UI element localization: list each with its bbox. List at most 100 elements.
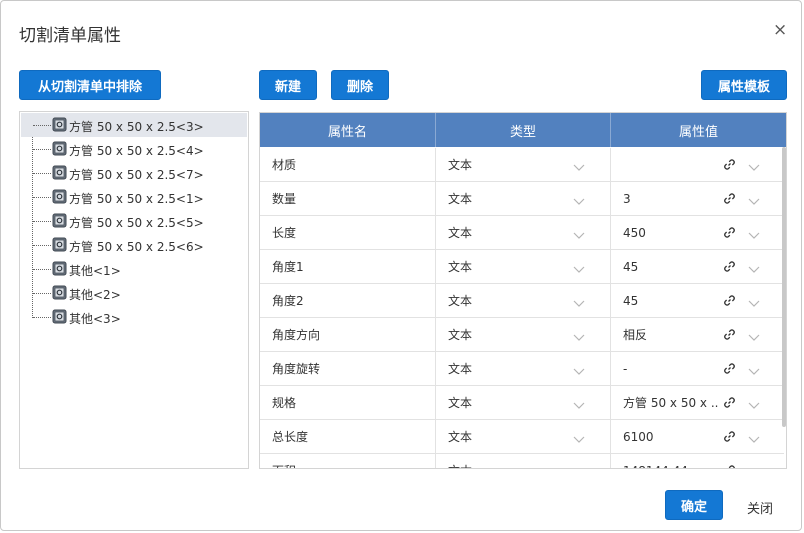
link-icon[interactable]	[723, 362, 736, 375]
tree-item-label: 其他<2>	[69, 288, 121, 302]
chevron-down-icon[interactable]	[748, 263, 760, 273]
chevron-down-icon[interactable]	[573, 365, 585, 375]
tree-item[interactable]: 其他<3>	[21, 305, 247, 329]
part-icon	[52, 117, 67, 132]
link-icon[interactable]	[723, 294, 736, 307]
tree-item-label: 方管 50 x 50 x 2.5<5>	[69, 216, 204, 230]
grid-row[interactable]: 规格 文本 方管 50 x 50 x ...	[260, 386, 784, 420]
property-type-cell[interactable]: 文本	[436, 216, 611, 249]
close-icon[interactable]: ×	[773, 22, 787, 39]
property-value-cell[interactable]: 3	[611, 182, 784, 215]
exclude-from-cut-list-button[interactable]: 从切割清单中排除	[19, 70, 161, 100]
property-type-cell[interactable]: 文本	[436, 318, 611, 351]
property-value-cell[interactable]	[611, 148, 784, 181]
tree-item[interactable]: 方管 50 x 50 x 2.5<3>	[21, 113, 247, 137]
part-icon	[52, 189, 67, 204]
chevron-down-icon[interactable]	[573, 297, 585, 307]
grid-row[interactable]: 长度 文本 450	[260, 216, 784, 250]
link-icon[interactable]	[723, 464, 736, 468]
property-name-cell[interactable]: 角度旋转	[260, 352, 436, 385]
chevron-down-icon[interactable]	[748, 399, 760, 409]
part-icon	[52, 285, 67, 300]
grid-row[interactable]: 总长度 文本 6100	[260, 420, 784, 454]
column-header-name[interactable]: 属性名	[260, 113, 436, 147]
chevron-down-icon[interactable]	[748, 467, 760, 468]
tree-item[interactable]: 方管 50 x 50 x 2.5<6>	[21, 233, 247, 257]
grid-row[interactable]: 角度旋转 文本 -	[260, 352, 784, 386]
ok-button[interactable]: 确定	[665, 490, 723, 520]
chevron-down-icon[interactable]	[573, 263, 585, 273]
property-value-cell[interactable]: 6100	[611, 420, 784, 453]
link-icon[interactable]	[723, 158, 736, 171]
property-value-cell[interactable]: 45	[611, 284, 784, 317]
grid-row[interactable]: 材质 文本	[260, 148, 784, 182]
chevron-down-icon[interactable]	[748, 365, 760, 375]
link-icon[interactable]	[723, 328, 736, 341]
tree-item[interactable]: 方管 50 x 50 x 2.5<4>	[21, 137, 247, 161]
property-type-cell[interactable]: 文本	[436, 352, 611, 385]
chevron-down-icon[interactable]	[573, 399, 585, 409]
link-icon[interactable]	[723, 260, 736, 273]
tree-item[interactable]: 方管 50 x 50 x 2.5<1>	[21, 185, 247, 209]
grid-row[interactable]: 数量 文本 3	[260, 182, 784, 216]
property-type-cell[interactable]: 文本	[436, 386, 611, 419]
chevron-down-icon[interactable]	[573, 433, 585, 443]
property-type-cell[interactable]: 文本	[436, 420, 611, 453]
property-name-cell[interactable]: 长度	[260, 216, 436, 249]
tree-item[interactable]: 方管 50 x 50 x 2.5<5>	[21, 209, 247, 233]
grid-row[interactable]: 角度2 文本 45	[260, 284, 784, 318]
property-type-cell[interactable]: 文本	[436, 182, 611, 215]
chevron-down-icon[interactable]	[573, 195, 585, 205]
property-name: 角度方向	[272, 328, 321, 342]
link-icon[interactable]	[723, 192, 736, 205]
property-value-cell[interactable]: -	[611, 352, 784, 385]
property-value-cell[interactable]: 45	[611, 250, 784, 283]
property-value-cell[interactable]: 148144.44	[611, 454, 784, 468]
property-name-cell[interactable]: 角度方向	[260, 318, 436, 351]
link-icon[interactable]	[723, 430, 736, 443]
property-name-cell[interactable]: 材质	[260, 148, 436, 181]
property-name-cell[interactable]: 角度2	[260, 284, 436, 317]
link-icon[interactable]	[723, 396, 736, 409]
chevron-down-icon[interactable]	[748, 331, 760, 341]
tree-item-label: 方管 50 x 50 x 2.5<3>	[69, 120, 204, 134]
grid-row[interactable]: 角度1 文本 45	[260, 250, 784, 284]
property-name-cell[interactable]: 数量	[260, 182, 436, 215]
property-type: 文本	[448, 158, 473, 172]
grid-scrollbar[interactable]	[782, 147, 786, 427]
chevron-down-icon[interactable]	[748, 161, 760, 171]
property-value: -	[623, 361, 628, 376]
delete-button[interactable]: 删除	[331, 70, 389, 100]
close-button[interactable]: 关闭	[747, 498, 773, 517]
column-header-type[interactable]: 类型	[436, 113, 611, 147]
tree-item[interactable]: 其他<1>	[21, 257, 247, 281]
property-template-button[interactable]: 属性模板	[701, 70, 787, 100]
chevron-down-icon[interactable]	[573, 161, 585, 171]
property-value-cell[interactable]: 相反	[611, 318, 784, 351]
column-header-value[interactable]: 属性值	[611, 113, 786, 147]
tree-item[interactable]: 方管 50 x 50 x 2.5<7>	[21, 161, 247, 185]
new-button[interactable]: 新建	[259, 70, 317, 100]
tree-item[interactable]: 其他<2>	[21, 281, 247, 305]
property-name-cell[interactable]: 面积	[260, 454, 436, 468]
cut-list-tree[interactable]: 方管 50 x 50 x 2.5<3> 方管 50 x 50 x 2.5<4> 方管…	[19, 111, 249, 469]
link-icon[interactable]	[723, 226, 736, 239]
chevron-down-icon[interactable]	[573, 229, 585, 239]
property-type-cell[interactable]: 文本	[436, 454, 611, 468]
property-type-cell[interactable]: 文本	[436, 148, 611, 181]
property-type-cell[interactable]: 文本	[436, 250, 611, 283]
chevron-down-icon[interactable]	[748, 195, 760, 205]
property-name-cell[interactable]: 角度1	[260, 250, 436, 283]
property-value-cell[interactable]: 方管 50 x 50 x ...	[611, 386, 784, 419]
chevron-down-icon[interactable]	[748, 433, 760, 443]
chevron-down-icon[interactable]	[748, 297, 760, 307]
chevron-down-icon[interactable]	[748, 229, 760, 239]
property-type-cell[interactable]: 文本	[436, 284, 611, 317]
property-value-cell[interactable]: 450	[611, 216, 784, 249]
chevron-down-icon[interactable]	[573, 331, 585, 341]
chevron-down-icon[interactable]	[573, 467, 585, 468]
property-name-cell[interactable]: 规格	[260, 386, 436, 419]
grid-row[interactable]: 角度方向 文本 相反	[260, 318, 784, 352]
grid-row[interactable]: 面积 文本 148144.44	[260, 454, 784, 468]
property-name-cell[interactable]: 总长度	[260, 420, 436, 453]
